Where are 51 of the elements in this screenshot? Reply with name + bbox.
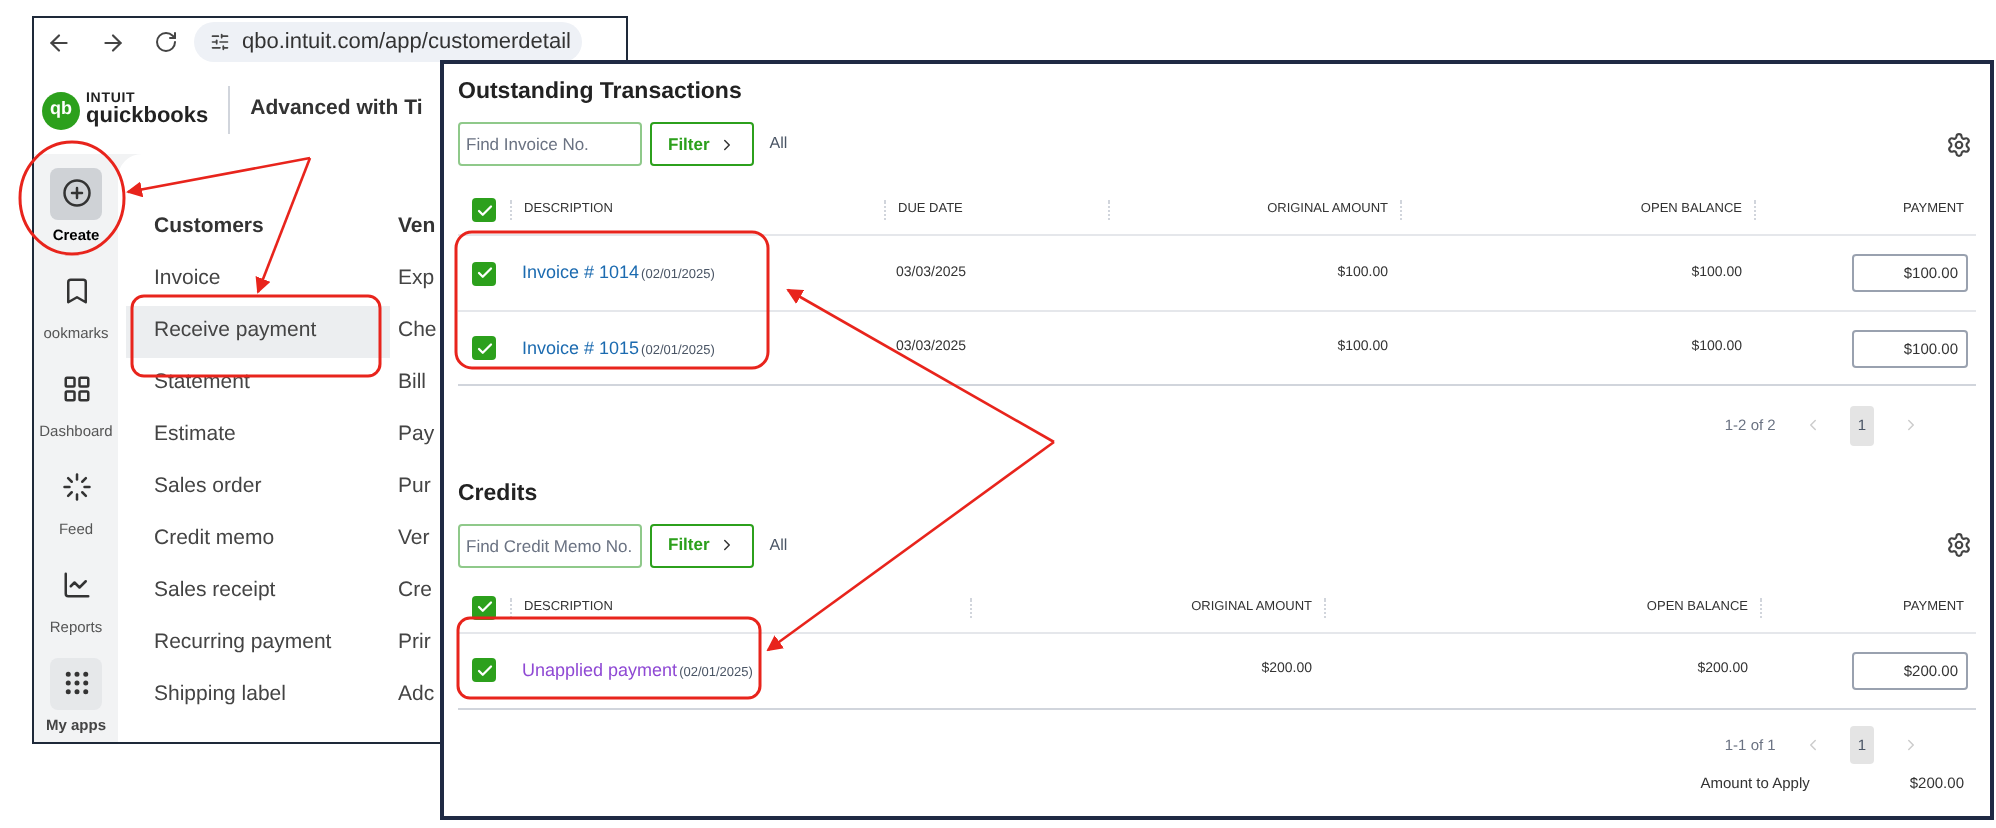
- invoice-link[interactable]: Invoice # 1015: [522, 335, 640, 362]
- menu-item[interactable]: Sales order: [154, 462, 398, 514]
- invoice-link[interactable]: Invoice # 1014: [522, 260, 640, 287]
- section-title: Credits: [458, 479, 540, 509]
- menu-item[interactable]: Adc: [398, 670, 437, 722]
- menu-item[interactable]: Statement: [154, 358, 398, 410]
- dots-grid-icon: [61, 668, 91, 699]
- menu-item[interactable]: Ver: [398, 514, 437, 566]
- menu-item[interactable]: Exp: [398, 254, 437, 306]
- search-field[interactable]: Find Invoice No.: [458, 122, 642, 167]
- checkbox[interactable]: [472, 336, 496, 361]
- menu-item[interactable]: Shipping label: [154, 670, 398, 722]
- company-name: Advanced with Ti: [250, 94, 423, 125]
- plus-circle-icon: [61, 178, 91, 209]
- forward-icon[interactable]: [100, 29, 126, 55]
- checkbox[interactable]: [472, 595, 496, 620]
- menu-item[interactable]: Estimate: [154, 410, 398, 462]
- logo-icon: qb: [42, 91, 80, 129]
- search-field[interactable]: Find Credit Memo No.: [458, 523, 642, 568]
- checkbox[interactable]: [472, 198, 496, 223]
- menu-item[interactable]: Sales receipt: [154, 566, 398, 618]
- settings-icon[interactable]: [1946, 131, 1972, 158]
- menu-item[interactable]: Che: [398, 306, 437, 358]
- grid-icon: [61, 374, 91, 405]
- credit-link[interactable]: Unapplied payment: [522, 657, 678, 684]
- menu-item[interactable]: Credit memo: [154, 514, 398, 566]
- filter-value: All: [769, 132, 788, 157]
- menu-item[interactable]: Bill: [398, 358, 437, 410]
- checkbox[interactable]: [472, 261, 496, 286]
- back-icon[interactable]: [46, 29, 72, 55]
- menu-item[interactable]: Pay: [398, 410, 437, 462]
- site-info-icon[interactable]: [210, 32, 230, 52]
- menu-column-title: Ven: [398, 212, 437, 243]
- brand-name: quickbooks: [86, 106, 209, 128]
- filter-value: All: [769, 533, 788, 558]
- highlight-circle: [18, 140, 126, 256]
- menu-item[interactable]: Receive payment: [126, 306, 390, 358]
- burst-icon: [61, 472, 91, 503]
- section-title: Outstanding Transactions: [458, 78, 744, 108]
- menu-item[interactable]: Prir: [398, 618, 437, 670]
- settings-icon[interactable]: [1946, 532, 1972, 559]
- menu-column-title: Customers: [154, 212, 266, 243]
- menu-item[interactable]: Recurring payment: [154, 618, 398, 670]
- menu-item[interactable]: Pur: [398, 462, 437, 514]
- bookmark-icon: [61, 276, 91, 307]
- address-bar[interactable]: qbo.intuit.com/app/customerdetail: [194, 22, 583, 62]
- reload-icon[interactable]: [154, 30, 178, 54]
- menu-item[interactable]: Invoice: [154, 254, 398, 306]
- menu-item[interactable]: Cre: [398, 566, 437, 618]
- checkbox[interactable]: [472, 658, 496, 683]
- line-chart-icon: [61, 570, 91, 601]
